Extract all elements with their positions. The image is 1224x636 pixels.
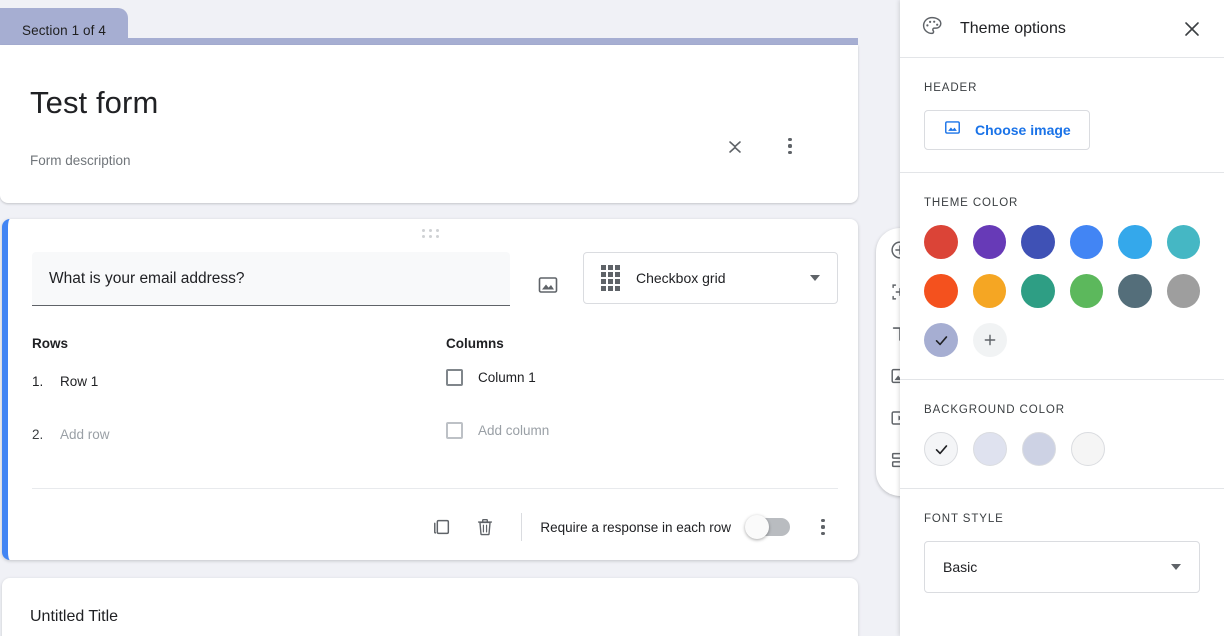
checkbox-icon (446, 422, 463, 439)
choose-image-button[interactable]: Choose image (924, 110, 1090, 150)
theme-color-swatch-6[interactable] (1166, 274, 1200, 308)
palette-icon (920, 14, 944, 43)
trash-icon[interactable] (463, 505, 507, 549)
question-title-input[interactable]: What is your email address? (32, 252, 510, 306)
column-label[interactable]: Column 1 (478, 370, 536, 385)
more-vert-icon[interactable] (808, 512, 838, 542)
background-color-swatch-2[interactable] (973, 432, 1007, 466)
form-description[interactable]: Form description (30, 153, 131, 168)
question-type-dropdown[interactable]: Checkbox grid (583, 252, 838, 304)
add-item-toolbar (876, 228, 900, 496)
theme-color-swatch-4[interactable] (1069, 225, 1103, 259)
untitled-title-text[interactable]: Untitled Title (30, 608, 118, 626)
background-color-section: Background color (900, 380, 1224, 489)
dot (821, 531, 825, 535)
theme-color-swatch-5[interactable] (1118, 225, 1152, 259)
dot (788, 144, 792, 148)
add-circle-icon[interactable] (888, 238, 900, 262)
theme-color-swatch-4[interactable] (1069, 274, 1103, 308)
dot (821, 525, 825, 529)
drag-handle-icon[interactable] (422, 229, 440, 238)
header-section-label: Header (924, 82, 978, 94)
theme-color-swatch-2[interactable] (972, 274, 1006, 308)
row-item[interactable]: 1. Row 1 (32, 374, 98, 389)
theme-options-panel: Theme options Header Choose image Theme … (900, 0, 1224, 636)
theme-color-swatch-1[interactable] (924, 225, 958, 259)
add-title-icon[interactable] (888, 322, 900, 346)
add-image-icon[interactable] (536, 273, 560, 297)
rows-header: Rows (32, 336, 69, 351)
untitled-title-card[interactable]: Untitled Title (2, 578, 858, 636)
duplicate-icon[interactable] (419, 505, 463, 549)
form-editor-area: Section 1 of 4 Test form Form descriptio… (0, 0, 900, 636)
question-card[interactable]: What is your email address? Checkbox gri… (2, 219, 858, 560)
import-questions-icon[interactable] (888, 280, 900, 304)
font-style-dropdown[interactable]: Basic (924, 541, 1200, 593)
background-color-swatch-1[interactable] (924, 432, 958, 466)
card-divider (32, 488, 838, 489)
theme-color-label: Theme color (924, 197, 1019, 209)
add-custom-color-button[interactable] (973, 323, 1007, 357)
columns-header: Columns (446, 336, 504, 351)
collapse-chevrons-icon[interactable] (722, 133, 748, 159)
checkbox-grid-icon (601, 265, 620, 291)
close-icon[interactable] (1178, 15, 1206, 43)
font-style-label: Font style (924, 513, 1004, 525)
theme-color-row-2 (924, 274, 1200, 308)
add-column-label[interactable]: Add column (478, 423, 549, 438)
background-color-row (924, 432, 1200, 466)
font-style-section: Font style Basic (900, 489, 1224, 615)
form-title[interactable]: Test form (30, 85, 158, 121)
chevron-down-icon (1171, 564, 1181, 570)
row-item[interactable]: 2. Add row (32, 427, 110, 442)
theme-color-section: Theme color (900, 173, 1224, 380)
add-row-label[interactable]: Add row (60, 427, 110, 442)
column-item[interactable]: Column 1 (446, 369, 536, 386)
add-video-icon[interactable] (888, 406, 900, 430)
chevron-down-icon (810, 275, 820, 281)
add-image-icon[interactable] (888, 364, 900, 388)
add-section-icon[interactable] (888, 448, 900, 472)
theme-color-swatch-1[interactable] (924, 274, 958, 308)
form-header-card: Test form Form description (0, 45, 858, 203)
theme-color-swatch-6[interactable] (1166, 225, 1200, 259)
question-card-footer: Require a response in each row (32, 499, 838, 555)
font-style-value: Basic (943, 559, 978, 575)
selected-theme-color-swatch[interactable] (924, 323, 958, 357)
theme-color-swatch-3[interactable] (1021, 274, 1055, 308)
question-title-text: What is your email address? (49, 269, 245, 287)
check-icon (935, 335, 947, 345)
footer-divider (521, 513, 523, 541)
checkbox-icon (446, 369, 463, 386)
theme-color-swatch-2[interactable] (972, 225, 1006, 259)
theme-panel-title: Theme options (960, 19, 1066, 37)
theme-panel-header: Theme options (900, 0, 1224, 58)
row-number: 1. (32, 374, 44, 389)
section-tab-label: Section 1 of 4 (22, 23, 106, 38)
require-response-label: Require a response in each row (540, 519, 731, 535)
plus-icon (984, 334, 996, 346)
question-type-label: Checkbox grid (636, 270, 726, 286)
theme-color-row-1 (924, 225, 1200, 259)
column-item[interactable]: Add column (446, 422, 549, 439)
image-icon (943, 118, 962, 142)
theme-color-swatch-3[interactable] (1021, 225, 1055, 259)
choose-image-label: Choose image (975, 122, 1071, 138)
row-number: 2. (32, 427, 44, 442)
background-color-swatch-3[interactable] (1022, 432, 1056, 466)
background-color-swatch-4[interactable] (1071, 432, 1105, 466)
theme-color-row-3 (924, 323, 1200, 357)
dot (788, 150, 792, 154)
dot (788, 138, 792, 142)
dot (821, 519, 825, 523)
row-label[interactable]: Row 1 (60, 374, 98, 389)
background-color-label: Background color (924, 404, 1065, 416)
require-response-toggle[interactable] (745, 515, 790, 539)
check-icon (935, 444, 947, 454)
header-section: Header Choose image (900, 58, 1224, 173)
more-vert-icon[interactable] (777, 133, 803, 159)
toggle-knob (745, 515, 769, 539)
theme-color-swatch-5[interactable] (1118, 274, 1152, 308)
